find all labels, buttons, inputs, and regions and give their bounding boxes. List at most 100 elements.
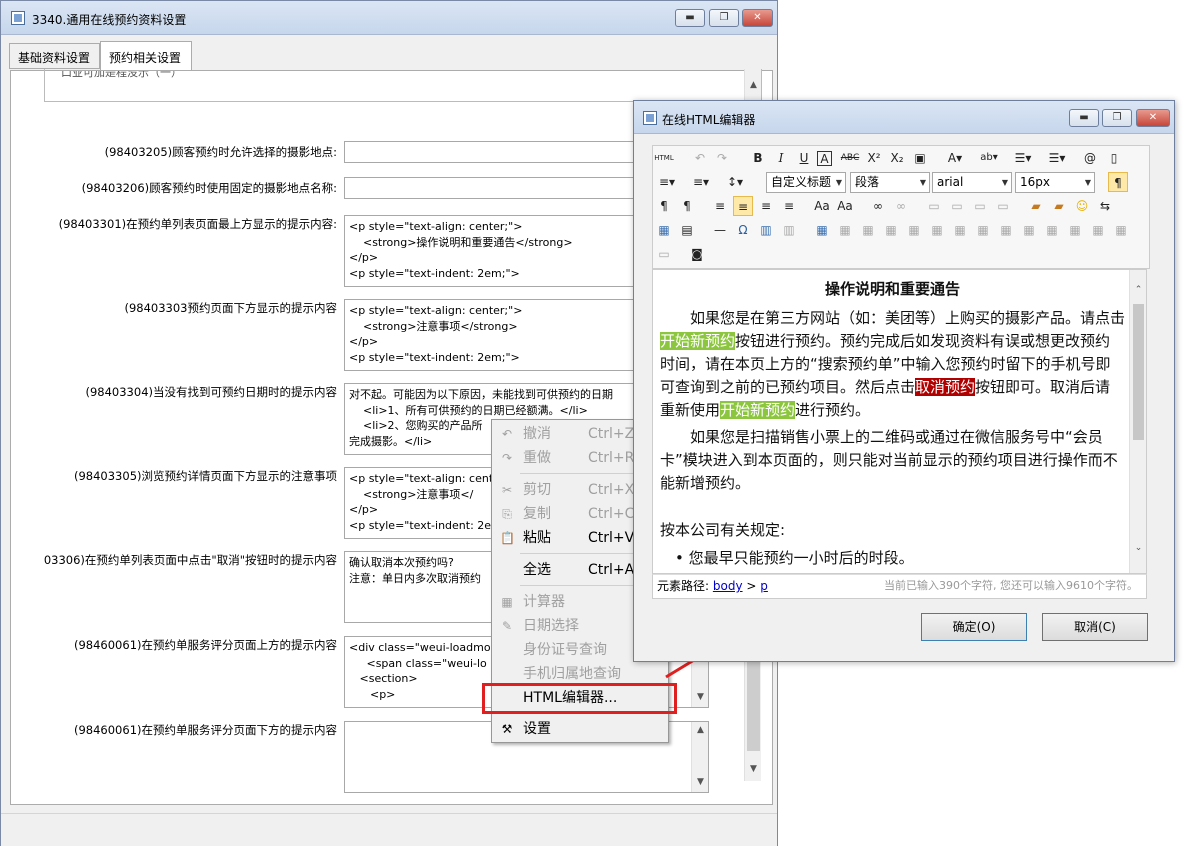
insert-row-icon[interactable]: ▦ (881, 220, 901, 240)
image-icon[interactable]: ▰ (1026, 196, 1046, 216)
minimize-button[interactable]: ▬ (675, 9, 705, 27)
scroll-down-icon[interactable]: ▼ (745, 761, 762, 778)
merge-down-icon[interactable]: ▦ (1019, 220, 1039, 240)
preview-icon[interactable]: ▥ (779, 220, 799, 240)
attachment-icon[interactable]: ▤ (677, 220, 697, 240)
editor-close-button[interactable]: ✕ (1136, 109, 1170, 127)
editor-content-area[interactable]: 操作说明和重要通告 如果您是在第三方网站（如：美团等）上购买的摄影产品。请点击开… (652, 269, 1147, 574)
underline-icon[interactable]: U (794, 148, 814, 168)
main-titlebar[interactable]: 3340.通用在线预约资料设置 ▬ ❐ ✕ (1, 1, 777, 35)
subscript-icon[interactable]: X₂ (887, 148, 907, 168)
horizontal-rule-icon[interactable]: — (710, 220, 730, 240)
unlink-icon[interactable]: ∞ (891, 196, 911, 216)
bold-icon[interactable]: B (748, 148, 768, 168)
scroll-down-icon[interactable]: ▼ (692, 774, 709, 791)
scroll-up-icon[interactable]: ⌃ (1130, 282, 1146, 299)
font-size-select[interactable]: 16px (1015, 172, 1095, 193)
image-float-left-icon[interactable]: ▭ (947, 196, 967, 216)
scroll-down-icon[interactable]: ▼ (692, 689, 709, 706)
redo-icon[interactable]: ↷ (712, 148, 732, 168)
source-html-button[interactable]: HTML (654, 148, 674, 168)
italic-icon[interactable]: I (771, 148, 791, 168)
image-float-none-icon[interactable]: ▭ (924, 196, 944, 216)
close-button[interactable]: ✕ (742, 9, 773, 27)
page-icon[interactable]: ▯ (1104, 148, 1124, 168)
insert-table-icon[interactable]: ▦ (812, 220, 832, 240)
top-cut-text: 口业可加是程没示（一） (61, 71, 182, 79)
list-top-tip-textarea[interactable]: <p style="text-align: center;"> <strong>… (344, 215, 654, 287)
scroll-up-icon[interactable]: ▲ (692, 722, 709, 739)
textarea-scrollbar[interactable]: ▲ ▼ (691, 722, 708, 792)
scroll-thumb[interactable] (1133, 304, 1144, 440)
insert-video-icon[interactable]: ▦ (654, 220, 674, 240)
location-input[interactable] (344, 141, 654, 163)
search-binoculars-icon[interactable]: ◙ (687, 244, 707, 264)
cancel-button[interactable]: 取消(C) (1042, 613, 1148, 641)
content-scrollbar[interactable]: ⌃ ⌄ (1129, 270, 1146, 573)
ordered-list-icon[interactable]: ☰▾ (1010, 148, 1036, 168)
tab-booking-settings[interactable]: 预约相关设置 (100, 41, 192, 71)
menu-item-settings[interactable]: ⚒ 设置 (494, 717, 666, 741)
redo-icon: ↷ (501, 451, 513, 465)
special-char-icon[interactable]: Ω (733, 220, 753, 240)
font-family-select[interactable]: arial (932, 172, 1012, 193)
delete-col-icon[interactable]: ▦ (950, 220, 970, 240)
fixed-location-input[interactable] (344, 177, 654, 199)
scroll-up-icon[interactable]: ▲ (745, 77, 762, 94)
heading-select[interactable]: 自定义标题 (766, 172, 846, 193)
strikethrough-icon[interactable]: ABC (840, 148, 860, 168)
row-spacing-bottom-icon[interactable]: ≡▾ (688, 172, 714, 192)
delete-table-icon[interactable]: ▦ (835, 220, 855, 240)
editor-minimize-button[interactable]: ▬ (1069, 109, 1099, 127)
split-cols-icon[interactable]: ▦ (1088, 220, 1108, 240)
search-replace-icon[interactable]: ▥ (756, 220, 776, 240)
table-properties-icon[interactable]: ▦ (1111, 220, 1131, 240)
rtl-icon[interactable]: ¶ (677, 196, 697, 216)
align-right-icon[interactable]: ≡ (756, 196, 776, 216)
image-center-icon[interactable]: ▭ (993, 196, 1013, 216)
paragraph-select[interactable]: 段落 (850, 172, 930, 193)
delete-row-icon[interactable]: ▦ (904, 220, 924, 240)
ltr-icon[interactable]: ¶ (654, 196, 674, 216)
merge-cells-icon[interactable]: ▦ (973, 220, 993, 240)
line-height-icon[interactable]: ↕▾ (722, 172, 748, 192)
case-lower-icon[interactable]: Aa (835, 196, 855, 216)
tab-basic-settings[interactable]: 基础资料设置 (9, 43, 100, 69)
editor-titlebar[interactable]: 在线HTML编辑器 ▬ ❐ ✕ (634, 101, 1174, 134)
merge-right-icon[interactable]: ▦ (996, 220, 1016, 240)
image-float-right-icon[interactable]: ▭ (970, 196, 990, 216)
align-justify-icon[interactable]: ≡ (779, 196, 799, 216)
insert-col-icon[interactable]: ▦ (927, 220, 947, 240)
direction-ltr-icon[interactable]: ¶ (1108, 172, 1128, 192)
font-border-icon[interactable]: A (817, 151, 832, 166)
case-upper-icon[interactable]: Aa (812, 196, 832, 216)
emotion-icon[interactable]: ☺ (1072, 196, 1092, 216)
superscript-icon[interactable]: X² (864, 148, 884, 168)
split-cells-icon[interactable]: ▦ (1042, 220, 1062, 240)
insert-paragraph-before-table-icon[interactable]: ▦ (858, 220, 878, 240)
split-rows-icon[interactable]: ▦ (1065, 220, 1085, 240)
multi-image-icon[interactable]: ▰ (1049, 196, 1069, 216)
align-center-icon[interactable]: ≡ (733, 196, 753, 216)
font-color-icon[interactable]: A▾ (942, 148, 968, 168)
path-body-link[interactable]: body (713, 579, 743, 593)
group-scrollbar[interactable]: ▲ (744, 69, 761, 102)
anchor-icon[interactable]: @ (1080, 148, 1100, 168)
editor-maximize-button[interactable]: ❐ (1102, 109, 1132, 127)
path-p-link[interactable]: p (760, 579, 768, 593)
print-icon[interactable]: ▭ (654, 244, 674, 264)
undo-icon[interactable]: ↶ (690, 148, 710, 168)
page-break-icon[interactable]: ⇆ (1095, 196, 1115, 216)
format-painter-icon[interactable]: ▣ (910, 148, 930, 168)
row-spacing-top-icon[interactable]: ≡▾ (654, 172, 680, 192)
highlight-new-booking: 开始新预约 (660, 332, 736, 350)
booking-bottom-tip-textarea[interactable]: <p style="text-align: center;"> <strong>… (344, 299, 654, 371)
unordered-list-icon[interactable]: ☰▾ (1044, 148, 1070, 168)
scroll-down-icon[interactable]: ⌄ (1130, 540, 1146, 557)
toolbar-row-5: ▭ ◙ (652, 242, 1150, 266)
align-left-icon[interactable]: ≡ (710, 196, 730, 216)
link-icon[interactable]: ∞ (868, 196, 888, 216)
background-color-icon[interactable]: ab▾ (976, 148, 1002, 168)
ok-button[interactable]: 确定(O) (921, 613, 1027, 641)
maximize-button[interactable]: ❐ (709, 9, 739, 27)
